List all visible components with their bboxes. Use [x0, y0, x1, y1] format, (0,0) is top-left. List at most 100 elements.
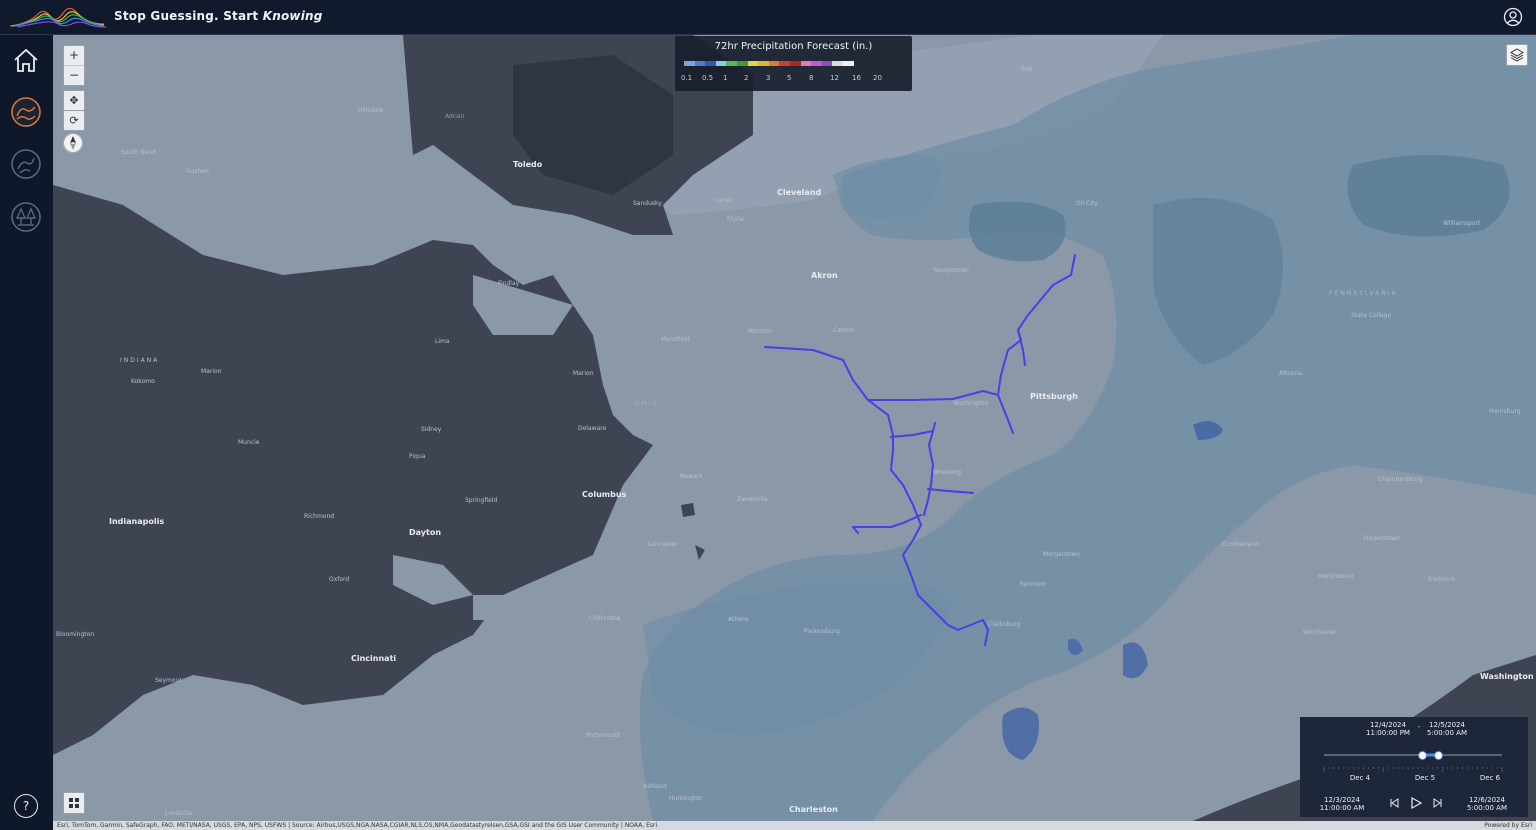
place-label: South Bend: [121, 149, 156, 156]
legend-color-swatch: [758, 61, 769, 66]
zoom-out-button[interactable]: −: [64, 66, 84, 85]
place-label: Chambersburg: [1378, 476, 1423, 483]
range-end: 12/6/2024 5:00:00 AM: [1460, 796, 1514, 812]
map-canvas: [53, 35, 1536, 821]
range-end-time: 5:00:00 AM: [1466, 804, 1508, 812]
legend-color-swatch: [684, 61, 695, 66]
place-label: Athens: [728, 616, 749, 623]
place-label: Washington: [1480, 672, 1534, 681]
legend-tick-label: 3: [766, 74, 771, 82]
help-button[interactable]: ?: [14, 794, 38, 818]
place-label: Frederick: [1428, 576, 1456, 583]
place-label: Delaware: [578, 425, 607, 432]
home-icon[interactable]: [10, 45, 42, 77]
legend-tick-label: 1: [723, 74, 728, 82]
top-bar: Stop Guessing. Start Knowing: [0, 0, 1536, 35]
place-label: Youngstown: [933, 267, 969, 274]
place-label: Dayton: [409, 528, 442, 537]
legend-color-swatch: [789, 61, 801, 66]
place-label: Newark: [680, 473, 703, 480]
place-label: Springfield: [465, 497, 498, 504]
place-label: Charleston: [789, 805, 838, 814]
place-label: Cincinnati: [351, 654, 397, 663]
legend-color-swatch: [811, 61, 822, 66]
precipitation-legend: 72hr Precipitation Forecast (in.) 0.1 0.5…: [675, 36, 912, 91]
place-label: State College: [1351, 312, 1392, 319]
place-label: Oil City: [1076, 200, 1098, 207]
current-start: 12/4/2024 11:00:00 PM: [1360, 721, 1416, 737]
place-label: PENNSYLVANIA: [1329, 290, 1398, 297]
legend-tick-label: 2: [744, 74, 749, 82]
place-label: Chillicothe: [589, 615, 621, 622]
powered-by-esri[interactable]: Powered by Esri: [1484, 821, 1532, 830]
slider-end-thumb[interactable]: [1434, 751, 1443, 760]
next-icon[interactable]: [1433, 798, 1442, 808]
place-label: Cleveland: [777, 188, 822, 197]
map-view[interactable]: Cleveland Toledo Akron Pittsburgh Columb…: [53, 35, 1536, 821]
place-label: Oxford: [329, 576, 350, 583]
river-layer-icon[interactable]: [10, 148, 42, 180]
legend-title: 72hr Precipitation Forecast (in.): [714, 41, 873, 52]
place-label: Zanesville: [737, 496, 768, 503]
place-label: Portsmouth: [586, 732, 621, 739]
slider-start-thumb[interactable]: [1418, 751, 1427, 760]
zoom-control: + −: [63, 45, 85, 86]
place-label: Elyria: [727, 216, 744, 223]
place-label: INDIANA: [120, 357, 160, 364]
legend-color-swatch: [726, 61, 737, 66]
place-label: Erie: [1021, 66, 1033, 73]
place-label: Hillsdale: [358, 107, 384, 114]
place-label: Piqua: [409, 453, 426, 460]
pan-icon[interactable]: ✥: [63, 90, 85, 111]
place-label: Findlay: [498, 280, 520, 287]
legend-tick-label: 0.1: [681, 74, 693, 82]
legend-tick-label: 8: [809, 74, 814, 82]
range-end-date: 12/6/2024: [1469, 796, 1505, 804]
slider-tick-label: Dec 6: [1479, 774, 1501, 782]
previous-icon[interactable]: [1390, 798, 1399, 808]
place-label: Akron: [811, 271, 838, 280]
place-label: Kokomo: [131, 378, 155, 385]
compass-icon[interactable]: [63, 133, 83, 153]
flood-layer-icon[interactable]: [10, 96, 42, 128]
tagline-text: Stop Guessing. Start: [114, 9, 259, 23]
current-end: 12/5/2024 5:00:00 AM: [1422, 721, 1472, 737]
rotate-icon[interactable]: ⟳: [63, 110, 85, 131]
tagline-emphasis: Knowing: [262, 9, 323, 23]
legend-color-swatch: [779, 61, 790, 66]
place-label: Marion: [573, 370, 594, 377]
legend-color-swatch: [715, 61, 727, 66]
place-label: Huntington: [669, 795, 703, 802]
time-slider: 12/4/2024 11:00:00 PM - 12/5/2024 5:00:0…: [1300, 717, 1528, 817]
place-label: Fairmont: [1020, 581, 1047, 588]
sidebar: ?: [0, 35, 53, 830]
legend-tick-label: 0.5: [702, 74, 714, 82]
legend-tick-label: 20: [873, 74, 882, 82]
place-label: Columbus: [582, 490, 627, 499]
logo: [9, 7, 107, 28]
user-account-icon[interactable]: [1503, 7, 1523, 27]
place-label: Adrian: [445, 113, 465, 120]
play-icon[interactable]: [1411, 796, 1423, 810]
basemap-gallery-icon[interactable]: [63, 792, 85, 814]
place-label: Lorain: [715, 197, 734, 204]
place-label: Wooster: [748, 328, 773, 335]
slider-tick-label: Dec 4: [1349, 774, 1371, 782]
zoom-in-button[interactable]: +: [64, 46, 84, 66]
current-start-time: 11:00:00 PM: [1366, 729, 1410, 737]
place-label: Goshen: [186, 168, 209, 175]
place-label: Clarksburg: [988, 621, 1021, 628]
place-label: Winchester: [1303, 629, 1337, 636]
range-start: 12/3/2024 11:00:00 AM: [1314, 796, 1370, 812]
place-label: Ashland: [643, 783, 667, 790]
place-label: Cumberland: [1222, 541, 1259, 548]
forest-layer-icon[interactable]: [10, 201, 42, 233]
legend-color-ramp: [684, 61, 854, 66]
place-label: Toledo: [513, 160, 543, 169]
place-label: Lima: [435, 338, 450, 345]
current-end-time: 5:00:00 AM: [1426, 729, 1468, 737]
layers-icon[interactable]: [1506, 44, 1528, 66]
legend-tick-label: 16: [852, 74, 861, 82]
place-label: Martinsburg: [1318, 573, 1355, 580]
place-label: Indianapolis: [109, 517, 165, 526]
